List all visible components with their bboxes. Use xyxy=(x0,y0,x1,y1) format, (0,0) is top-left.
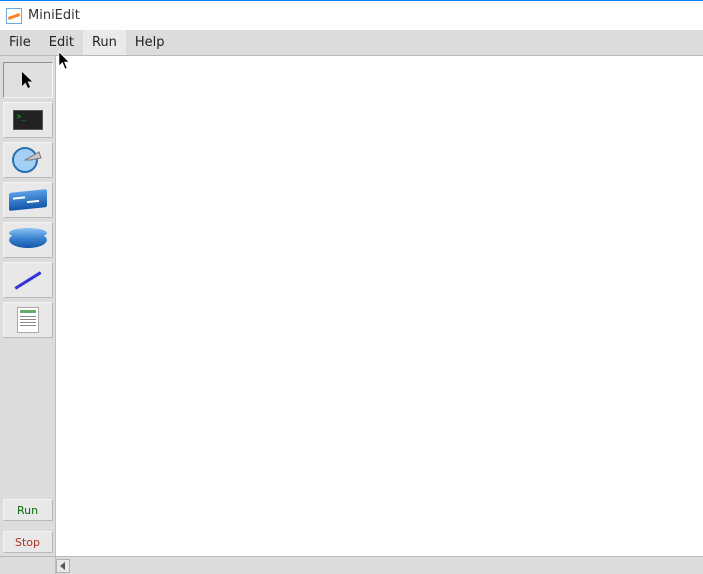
tool-palette: Run Stop xyxy=(0,56,56,556)
host-icon xyxy=(13,110,43,130)
chevron-left-icon xyxy=(60,562,66,570)
window-title: MiniEdit xyxy=(28,8,80,23)
controller-tool-button[interactable] xyxy=(3,302,53,338)
menu-edit[interactable]: Edit xyxy=(40,30,83,55)
scroll-left-arrow[interactable] xyxy=(56,559,70,573)
controller-icon xyxy=(17,307,39,333)
menu-run[interactable]: Run xyxy=(83,30,126,55)
legacy-router-icon xyxy=(11,146,45,174)
cursor-icon xyxy=(20,70,36,90)
router-icon xyxy=(9,232,47,248)
menu-file[interactable]: File xyxy=(0,30,40,55)
select-tool-button[interactable] xyxy=(3,62,53,98)
legacy-router-tool-button[interactable] xyxy=(3,142,53,178)
canvas-area[interactable] xyxy=(56,56,703,556)
menu-help[interactable]: Help xyxy=(126,30,174,55)
run-button[interactable]: Run xyxy=(3,499,53,521)
app-icon xyxy=(6,8,22,24)
link-icon xyxy=(14,271,41,289)
router-tool-button[interactable] xyxy=(3,222,53,258)
horizontal-scrollbar[interactable] xyxy=(56,557,703,574)
menubar: File Edit Run Help xyxy=(0,30,703,56)
link-tool-button[interactable] xyxy=(3,262,53,298)
statusbar-spacer xyxy=(0,557,56,574)
host-tool-button[interactable] xyxy=(3,102,53,138)
statusbar xyxy=(0,556,703,574)
switch-icon xyxy=(9,189,47,211)
main-area: Run Stop xyxy=(0,56,703,556)
stop-button[interactable]: Stop xyxy=(3,531,53,553)
switch-tool-button[interactable] xyxy=(3,182,53,218)
titlebar: MiniEdit xyxy=(0,0,703,30)
